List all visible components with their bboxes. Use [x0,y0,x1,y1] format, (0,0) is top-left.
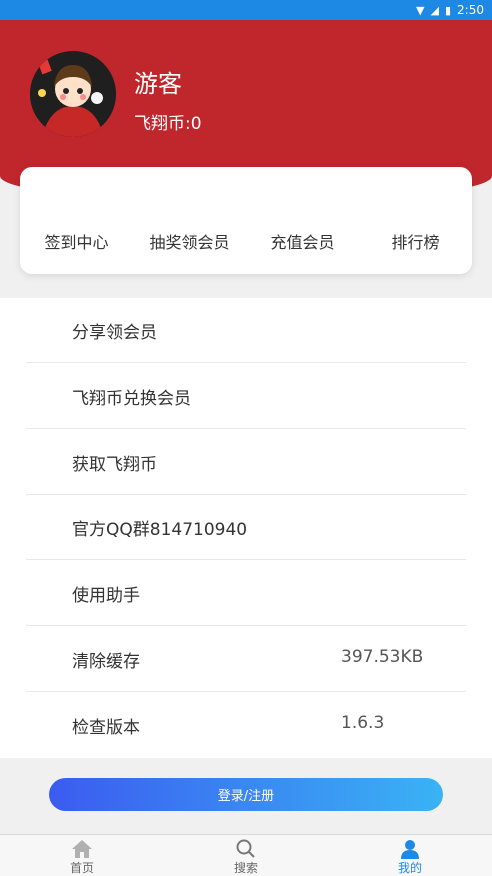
tab-label: 我的 [397,861,422,875]
tab-label: 搜索 [233,861,258,875]
settings-menu: 分享领会员 飞翔币兑换会员 获取飞翔币 官方QQ群814710940 使用助手 … [0,298,492,758]
battery-icon: ▮ [444,3,452,17]
menu-item-get-coins[interactable]: 获取飞翔币 [26,430,466,495]
tab-profile[interactable]: 我的 [328,835,492,876]
menu-item-clear-cache[interactable]: 清除缓存 397.53KB [26,627,466,692]
coin-balance: 飞翔币:0 [134,114,202,134]
menu-item-label: 获取飞翔币 [72,455,157,475]
menu-item-check-version[interactable]: 检查版本 1.6.3 [26,693,466,758]
home-icon [72,840,92,858]
avatar[interactable] [30,51,116,137]
lottery-vip-button[interactable]: 抽奖领会员 [133,229,246,253]
cache-size: 397.53KB [341,647,424,667]
profile-icon [401,840,419,859]
status-time: 2:50 [457,3,484,17]
menu-item-label: 官方QQ群814710940 [72,520,248,540]
menu-item-label: 清除缓存 [72,652,140,672]
tab-label: 首页 [69,861,94,875]
menu-item-label: 检查版本 [72,718,140,738]
menu-item-label: 分享领会员 [72,323,157,343]
avatar-image [30,51,116,137]
menu-item-exchange-vip[interactable]: 飞翔币兑换会员 [26,364,466,429]
menu-item-label: 使用助手 [72,586,140,606]
login-register-button[interactable]: 登录/注册 [49,778,443,811]
menu-item-qq-group[interactable]: 官方QQ群814710940 [26,495,466,560]
menu-item-label: 飞翔币兑换会员 [72,389,191,409]
recharge-vip-button[interactable]: 充值会员 [246,229,359,253]
menu-item-share-vip[interactable]: 分享领会员 [26,298,466,363]
tab-home[interactable]: 首页 [0,835,164,876]
signal-icon: ◢ [430,3,439,17]
sign-in-center-button[interactable]: 签到中心 [20,229,133,253]
tab-search[interactable]: 搜索 [164,835,328,876]
quick-actions-card: 签到中心 抽奖领会员 充值会员 排行榜 [20,167,472,274]
search-icon [236,839,255,858]
bottom-tab-bar: 首页 搜索 我的 [0,834,492,876]
menu-item-assistant[interactable]: 使用助手 [26,561,466,626]
username: 游客 [134,70,182,98]
version-number: 1.6.3 [341,713,385,733]
status-bar: ▼ ◢ ▮ 2:50 [0,0,492,20]
wifi-icon: ▼ [416,3,425,17]
leaderboard-button[interactable]: 排行榜 [359,229,472,253]
